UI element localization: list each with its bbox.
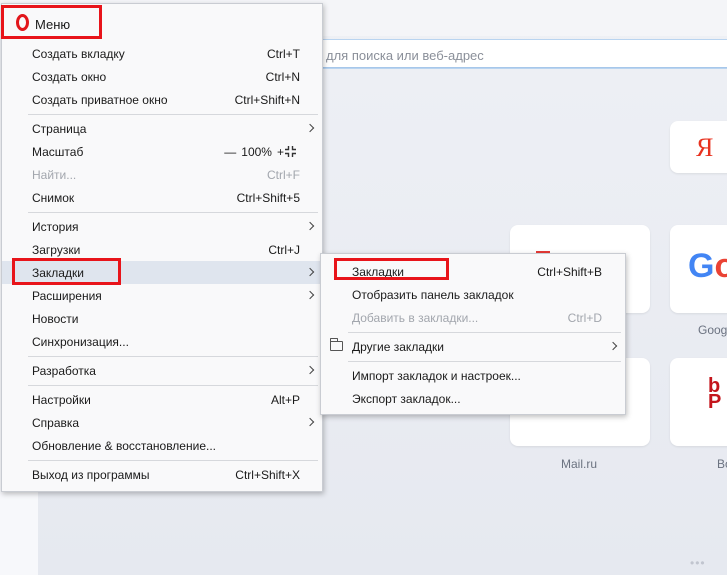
menu-item-page[interactable]: Страница xyxy=(2,117,322,140)
menu-item-snapshot[interactable]: Снимок Ctrl+Shift+5 xyxy=(2,186,322,209)
menu-item-label: Импорт закладок и настроек... xyxy=(352,369,521,383)
menu-item-shortcut: Ctrl+Shift+X xyxy=(235,468,300,482)
chevron-right-icon xyxy=(305,267,315,277)
menu-item-shortcut: Ctrl+Shift+N xyxy=(234,93,300,107)
zoom-in-button[interactable]: + xyxy=(277,145,284,159)
yandex-logo-icon: Я xyxy=(696,133,714,162)
menu-separator xyxy=(348,361,621,362)
menu-separator xyxy=(28,356,318,357)
menu-item-label: Страница xyxy=(32,122,87,136)
menu-item-news[interactable]: Новости xyxy=(2,307,322,330)
menu-item-label: Создать окно xyxy=(32,70,107,84)
zoom-out-button[interactable]: — xyxy=(224,145,236,159)
menu-item-new-window[interactable]: Создать окно Ctrl+N xyxy=(2,65,322,88)
speed-dial-label-mail: Mail.ru xyxy=(561,457,598,471)
chevron-right-icon xyxy=(305,221,315,231)
menu-item-history[interactable]: История xyxy=(2,215,322,238)
menu-item-extensions[interactable]: Расширения xyxy=(2,284,322,307)
zoom-control: — 100% + xyxy=(224,145,284,159)
menu-item-find[interactable]: Найти... Ctrl+F xyxy=(2,163,322,186)
menu-item-label: Разработка xyxy=(32,364,96,378)
menu-item-label: Добавить в закладки... xyxy=(352,311,479,325)
zoom-value: 100% xyxy=(241,145,272,159)
submenu-item-show-bookmarks-bar[interactable]: Отобразить панель закладок xyxy=(321,283,625,306)
menu-item-label: Выход из программы xyxy=(32,468,150,482)
menu-item-label: Закладки xyxy=(32,266,84,280)
address-bar[interactable]: для поиска или веб-адрес xyxy=(300,39,727,69)
submenu-item-export[interactable]: Экспорт закладок... xyxy=(321,387,625,410)
menu-item-label: Отобразить панель закладок xyxy=(352,288,514,302)
chevron-right-icon xyxy=(608,341,618,351)
menu-separator xyxy=(348,332,621,333)
menu-item-label: Другие закладки xyxy=(352,340,444,354)
menu-title: Меню xyxy=(35,17,71,32)
folder-icon xyxy=(329,338,343,351)
submenu-item-bookmarks[interactable]: Закладки Ctrl+Shift+B xyxy=(321,260,625,283)
menu-item-zoom: Масштаб — 100% + xyxy=(2,140,322,163)
menu-item-label: Масштаб xyxy=(32,145,84,159)
menu-item-label: Справка xyxy=(32,416,80,430)
menu-item-label: Настройки xyxy=(32,393,91,407)
menu-item-exit[interactable]: Выход из программы Ctrl+Shift+X xyxy=(2,463,322,486)
opera-logo-icon xyxy=(16,14,29,31)
menu-separator xyxy=(28,385,318,386)
menu-item-label: Снимок xyxy=(32,191,75,205)
submenu-item-other-bookmarks[interactable]: Другие закладки xyxy=(321,335,625,358)
menu-separator xyxy=(28,212,318,213)
menu-item-shortcut: Alt+P xyxy=(270,393,300,407)
menu-item-settings[interactable]: Настройки Alt+P xyxy=(2,388,322,411)
submenu-item-import[interactable]: Импорт закладок и настроек... xyxy=(321,364,625,387)
menu-item-label: Новости xyxy=(32,312,79,326)
menu-item-label: Расширения xyxy=(32,289,102,303)
menu-item-shortcut: Ctrl+J xyxy=(268,243,300,257)
menu-item-new-private-window[interactable]: Создать приватное окно Ctrl+Shift+N xyxy=(2,88,322,111)
google-logo-icon: Go xyxy=(688,247,727,285)
menu-item-sync[interactable]: Синхронизация... xyxy=(2,330,322,353)
menu-item-label: Создать вкладку xyxy=(32,47,125,61)
speed-dial-label-google: Goog xyxy=(698,323,727,337)
opera-main-menu: Меню Создать вкладку Ctrl+T Создать окно… xyxy=(1,3,323,492)
menu-item-shortcut: Ctrl+Shift+B xyxy=(537,265,602,279)
chevron-right-icon xyxy=(305,417,315,427)
speed-dial-label-brand: Bo xyxy=(717,457,727,471)
menu-item-bookmarks[interactable]: Закладки xyxy=(2,261,322,284)
speed-dial-yandex[interactable]: Я xyxy=(670,121,727,173)
fullscreen-icon[interactable] xyxy=(285,146,296,157)
speed-dial-google[interactable]: Go xyxy=(670,225,727,313)
speed-dial-brand[interactable]: bP xyxy=(670,358,727,446)
more-dots-icon[interactable]: ••• xyxy=(690,556,706,570)
address-placeholder: для поиска или веб-адрес xyxy=(326,48,484,63)
menu-separator xyxy=(28,460,318,461)
menu-header[interactable]: Меню xyxy=(2,6,322,38)
menu-item-shortcut: Ctrl+D xyxy=(567,311,602,325)
menu-item-label: Закладки xyxy=(352,265,404,279)
menu-item-update-recovery[interactable]: Обновление & восстановление... xyxy=(2,434,322,457)
submenu-item-add-bookmark[interactable]: Добавить в закладки... Ctrl+D xyxy=(321,306,625,329)
chevron-right-icon xyxy=(305,365,315,375)
bookmarks-submenu: Закладки Ctrl+Shift+B Отобразить панель … xyxy=(320,253,626,415)
menu-separator xyxy=(28,114,318,115)
menu-item-label: История xyxy=(32,220,79,234)
chevron-right-icon xyxy=(305,290,315,300)
menu-item-shortcut: Ctrl+F xyxy=(267,168,300,182)
menu-item-shortcut: Ctrl+Shift+5 xyxy=(236,191,300,205)
menu-item-label: Обновление & восстановление... xyxy=(32,439,216,453)
menu-item-label: Найти... xyxy=(32,168,77,182)
menu-item-help[interactable]: Справка xyxy=(2,411,322,434)
chevron-right-icon xyxy=(305,123,315,133)
menu-item-developer[interactable]: Разработка xyxy=(2,359,322,382)
menu-item-label: Загрузки xyxy=(32,243,81,257)
menu-item-shortcut: Ctrl+T xyxy=(267,47,300,61)
menu-item-downloads[interactable]: Загрузки Ctrl+J xyxy=(2,238,322,261)
menu-item-new-tab[interactable]: Создать вкладку Ctrl+T xyxy=(2,42,322,65)
menu-item-shortcut: Ctrl+N xyxy=(265,70,300,84)
menu-item-label: Экспорт закладок... xyxy=(352,392,461,406)
brand-logo-icon: bP xyxy=(708,375,722,413)
menu-item-label: Создать приватное окно xyxy=(32,93,168,107)
menu-item-label: Синхронизация... xyxy=(32,335,129,349)
